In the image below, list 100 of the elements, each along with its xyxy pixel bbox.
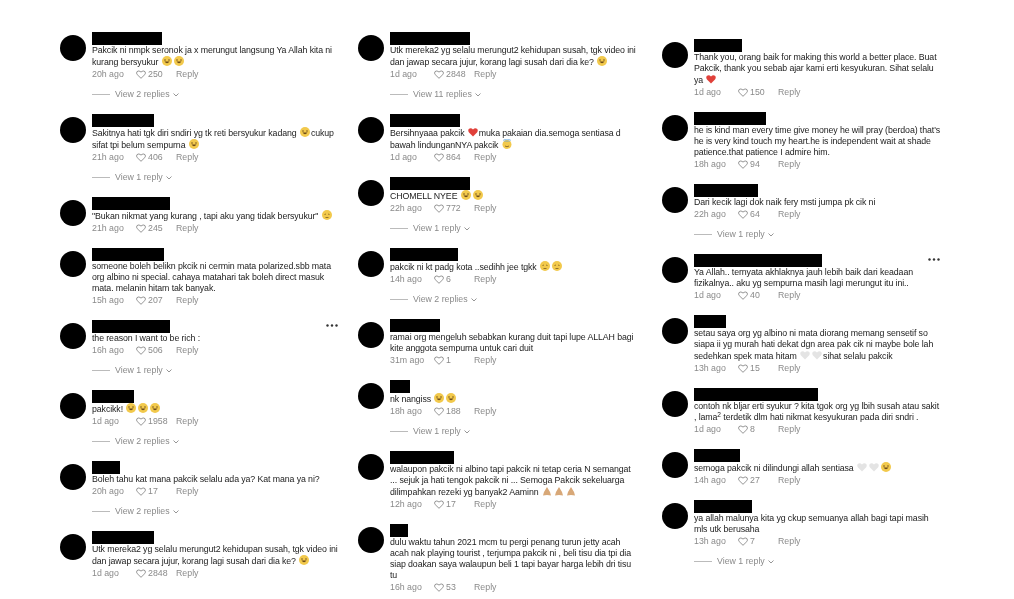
laughing-face-icon — [472, 190, 483, 200]
comment-text: contoh nk bljar erti syukur ? kita tgok org yg lbih susah atau sakit , lama$^{2}$ terdetik dlm hati nikmat kesyukuran pada diri sndri . — [694, 401, 941, 423]
view-replies-link[interactable]: View 1 reply — [717, 229, 774, 240]
view-replies-link[interactable]: View 1 reply — [115, 365, 172, 376]
reply-link[interactable]: Reply — [778, 536, 801, 547]
avatar[interactable] — [358, 527, 384, 553]
avatar[interactable] — [358, 322, 384, 348]
comment-text: setau saya org yg albino ni mata diorang memang sensetif so siapa ii yg murah hati dekat dgn area pak cik ni maybe bole lah sedehkan spek mata hitam sihat selalu pakcik — [694, 328, 935, 362]
avatar[interactable] — [60, 534, 86, 560]
like-count: 250 — [148, 69, 163, 80]
reply-link[interactable]: Reply — [778, 290, 801, 301]
view-replies-link[interactable]: View 2 replies — [413, 294, 477, 305]
avatar[interactable] — [662, 257, 688, 283]
comment-time: 16h ago — [390, 582, 423, 593]
avatar[interactable] — [60, 251, 86, 277]
avatar[interactable] — [358, 180, 384, 206]
like-count: 6 — [446, 274, 451, 285]
reply-link[interactable]: Reply — [778, 424, 801, 435]
avatar[interactable] — [662, 42, 688, 68]
view-replies-link[interactable]: View 1 reply — [717, 556, 774, 567]
reply-link[interactable]: Reply — [474, 499, 497, 510]
reply-link[interactable]: Reply — [474, 203, 497, 214]
comment-time: 18h ago — [390, 406, 423, 417]
redaction-bar — [92, 390, 134, 403]
reply-link[interactable]: Reply — [778, 159, 801, 170]
like-count: 53 — [446, 582, 456, 593]
comment-text: Dari kecik lagi dok naik fery msti jumpa pk cik ni — [694, 197, 877, 208]
reply-link[interactable]: Reply — [176, 416, 199, 427]
comment-text: CHOMELL NYEE — [390, 190, 638, 202]
avatar[interactable] — [358, 251, 384, 277]
avatar[interactable] — [60, 323, 86, 349]
view-replies-link[interactable]: View 2 replies — [115, 89, 179, 100]
praying-hands-icon — [541, 486, 552, 496]
reply-link[interactable]: Reply — [176, 295, 199, 306]
redaction-bar — [390, 451, 454, 464]
heart-icon — [467, 127, 478, 137]
view-replies-link[interactable]: View 1 reply — [413, 223, 470, 234]
avatar[interactable] — [358, 454, 384, 480]
praying-hands-icon — [553, 486, 564, 496]
reply-link[interactable]: Reply — [474, 274, 497, 285]
reply-link[interactable]: Reply — [176, 69, 199, 80]
reply-link[interactable]: Reply — [474, 69, 497, 80]
like-count: 64 — [750, 209, 760, 220]
avatar[interactable] — [662, 452, 688, 478]
redaction-bar — [92, 114, 154, 127]
avatar[interactable] — [662, 318, 688, 344]
redaction-bar — [694, 315, 726, 328]
laughing-face-icon — [446, 393, 457, 403]
reply-link[interactable]: Reply — [474, 406, 497, 417]
chevron-down-icon — [165, 175, 172, 180]
avatar[interactable] — [358, 383, 384, 409]
comment-time: 20h ago — [92, 486, 125, 497]
avatar[interactable] — [60, 35, 86, 61]
view-replies-link[interactable]: View 1 reply — [413, 426, 470, 437]
avatar[interactable] — [60, 200, 86, 226]
comment-text: someone boleh belikn pkcik ni cermin mata polarized.sbb mata org albino ni special. cahaya matahari tak boleh direct masuk mata. melanin hitam tak banyak. — [92, 261, 332, 294]
chevron-down-icon — [172, 92, 179, 97]
reply-link[interactable]: Reply — [176, 568, 199, 579]
like-count: 864 — [446, 152, 461, 163]
avatar[interactable] — [358, 35, 384, 61]
laughing-face-icon — [299, 127, 310, 137]
reply-link[interactable]: Reply — [176, 345, 199, 356]
more-icon[interactable] — [928, 258, 940, 261]
reply-link[interactable]: Reply — [176, 223, 199, 234]
view-replies-link[interactable]: View 2 replies — [115, 506, 179, 517]
comment-text: Pakcik ni nmpk seronok ja x merungut langsung Ya Allah kita ni kurang bersyukur — [92, 45, 333, 68]
view-replies-link[interactable]: View 1 reply — [115, 172, 172, 183]
reply-link[interactable]: Reply — [778, 475, 801, 486]
avatar[interactable] — [662, 115, 688, 141]
chevron-down-icon — [767, 559, 774, 564]
chevron-down-icon — [172, 439, 179, 444]
avatar[interactable] — [358, 117, 384, 143]
view-replies-link[interactable]: View 2 replies — [115, 436, 179, 447]
laughing-face-icon — [150, 403, 161, 413]
comment-time: 1d ago — [92, 416, 120, 427]
laughing-face-icon — [460, 190, 471, 200]
reply-link[interactable]: Reply — [474, 152, 497, 163]
avatar[interactable] — [662, 187, 688, 213]
avatar[interactable] — [662, 503, 688, 529]
chevron-down-icon — [463, 226, 470, 231]
redaction-bar — [694, 184, 758, 197]
reply-link[interactable]: Reply — [778, 87, 801, 98]
avatar[interactable] — [60, 464, 86, 490]
reply-link[interactable]: Reply — [474, 355, 497, 366]
reply-link[interactable]: Reply — [176, 152, 199, 163]
reply-link[interactable]: Reply — [778, 363, 801, 374]
avatar[interactable] — [60, 117, 86, 143]
reply-link[interactable]: Reply — [176, 486, 199, 497]
view-replies-link[interactable]: View 11 replies — [413, 89, 481, 100]
comment-text: dulu waktu tahun 2021 mcm tu pergi penang turun jetty acah acah nak playing tourist , terjumpa pakcik ni , beli tisu dia tpi dia siap doakan saya walaupun beli 1 tapi bayar harga lebih dri tisu tu — [390, 537, 633, 581]
comment-time: 14h ago — [390, 274, 423, 285]
more-icon[interactable] — [326, 324, 338, 327]
like-count: 1958 — [148, 416, 168, 427]
comment-time: 15h ago — [92, 295, 125, 306]
sad-face-icon — [551, 261, 562, 271]
avatar[interactable] — [662, 391, 688, 417]
comment-text: ramai org mengeluh sebabkan kurang duit tapi lupe ALLAH bagi kite anggota sempurna untuk cari duit — [390, 332, 635, 354]
reply-link[interactable]: Reply — [474, 582, 497, 593]
reply-link[interactable]: Reply — [778, 209, 801, 220]
avatar[interactable] — [60, 393, 86, 419]
